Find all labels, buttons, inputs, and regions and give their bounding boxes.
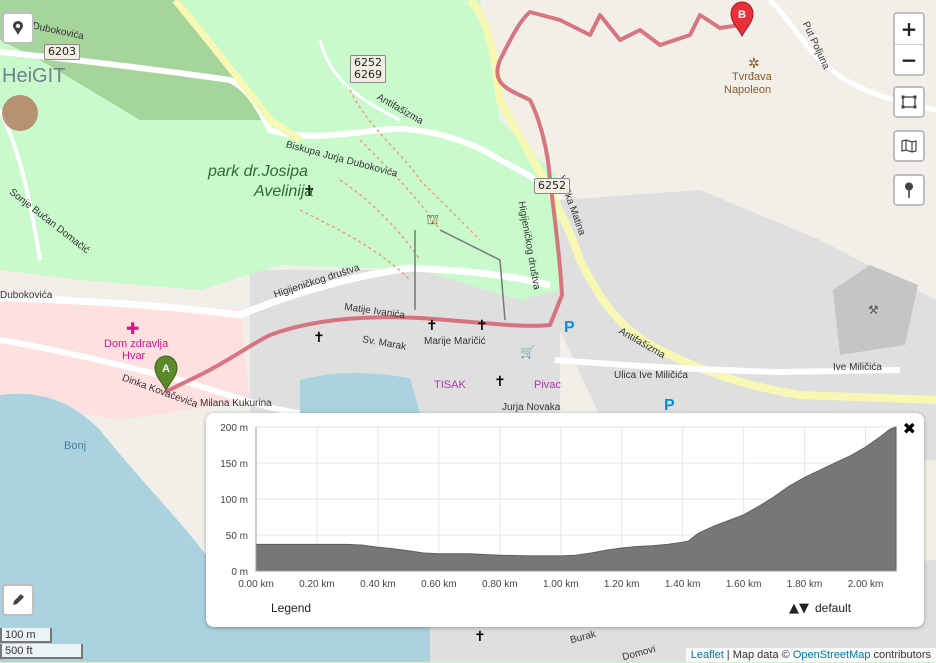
park-label-line2: Avelinija xyxy=(254,183,314,200)
shop-icon: 🛒 xyxy=(520,345,535,359)
quarry-icon: ⚒ xyxy=(868,303,879,317)
pivac-label: Pivac xyxy=(534,379,561,391)
legend-toggle[interactable]: Legend xyxy=(271,601,311,615)
layers-button[interactable] xyxy=(893,130,925,162)
zoom-out-button[interactable]: − xyxy=(895,44,923,75)
leaflet-link[interactable]: Leaflet xyxy=(691,649,724,661)
hospital-icon: ✚ xyxy=(126,319,139,338)
attribution-tail: contributors xyxy=(870,649,931,661)
start-marker-label: A xyxy=(162,363,170,375)
fortress-icon: ✲ xyxy=(748,56,760,72)
x-tick-label: 2.00 km xyxy=(848,579,884,590)
map-icon xyxy=(901,139,917,153)
fortress-label-line1: Tvrđava xyxy=(732,71,772,83)
fort-icon: ⛫ xyxy=(426,212,439,228)
street-label: Dubokovića xyxy=(0,290,53,301)
parking-icon: P xyxy=(664,397,675,414)
church-icon: ✝ xyxy=(494,374,506,390)
zoom-in-button[interactable]: + xyxy=(895,14,923,44)
health-label-line2: Hvar xyxy=(122,350,146,362)
health-label-line1: Dom zdravlja xyxy=(104,338,169,350)
street-label: Ulica Ive Miličića xyxy=(614,370,688,381)
tisak-label: TISAK xyxy=(434,379,466,391)
x-tick-label: 1.20 km xyxy=(604,579,640,590)
heigit-logo: HeiGIT xyxy=(2,65,65,87)
marker-pin-icon xyxy=(905,182,913,198)
profile-selector[interactable]: ▲▼ default xyxy=(789,601,851,616)
bonj-label: Bonj xyxy=(64,440,87,452)
street-label: Milana Kukurina xyxy=(200,398,272,409)
scale-metric: 100 m xyxy=(0,628,52,643)
x-tick-label: 0.00 km xyxy=(238,579,274,590)
y-tick-label: 100 m xyxy=(220,495,248,506)
attribution: Leaflet | Map data © OpenStreetMap contr… xyxy=(685,648,936,662)
university-seal-icon xyxy=(2,95,38,131)
x-tick-label: 0.40 km xyxy=(360,579,396,590)
road-shield: 6252 6269 xyxy=(350,55,386,83)
park-label-line1: park dr.Josipa xyxy=(208,163,308,180)
location-pin-icon xyxy=(13,21,23,35)
place-marker-button[interactable] xyxy=(893,174,925,206)
attribution-sep: | Map data © xyxy=(723,649,793,661)
church-icon: ✝ xyxy=(476,318,488,334)
street-label: Marije Maričić xyxy=(424,336,486,347)
edit-button[interactable] xyxy=(2,584,34,616)
road-shield: 6203 xyxy=(44,44,80,60)
church-icon: ✝ xyxy=(426,318,438,334)
close-elevation-button[interactable]: ✖ xyxy=(903,419,916,438)
x-tick-label: 0.60 km xyxy=(421,579,457,590)
y-tick-label: 50 m xyxy=(226,531,248,542)
road-shield: 6252 xyxy=(534,178,570,194)
elevation-panel: 0 m 50 m 100 m 150 m 200 m 0.00 km 0.20 km 0.40… xyxy=(206,413,924,627)
zoom-control: + − xyxy=(893,12,925,76)
church-icon: ✝ xyxy=(474,629,486,645)
sort-arrows-icon: ▲▼ xyxy=(789,601,809,616)
locate-button[interactable] xyxy=(2,12,34,44)
x-tick-label: 1.80 km xyxy=(787,579,823,590)
draw-polygon-icon xyxy=(901,95,917,109)
street-label: Jurja Novaka xyxy=(502,402,561,413)
street-label: Ive Miličića xyxy=(833,362,882,373)
profile-label: default xyxy=(815,601,852,615)
fortress-label-line2: Napoleon xyxy=(724,84,772,96)
draw-rectangle-button[interactable] xyxy=(893,86,925,118)
pencil-icon xyxy=(13,594,24,605)
elevation-chart[interactable]: 0 m 50 m 100 m 150 m 200 m 0.00 km 0.20 km 0.40… xyxy=(206,413,924,598)
end-marker-label: B xyxy=(738,9,746,21)
x-tick-label: 0.80 km xyxy=(482,579,518,590)
x-tick-label: 1.60 km xyxy=(726,579,762,590)
water-harbor xyxy=(300,373,420,413)
osm-link[interactable]: OpenStreetMap xyxy=(793,649,871,661)
y-tick-label: 200 m xyxy=(220,423,248,434)
x-tick-label: 1.40 km xyxy=(665,579,701,590)
scale-imperial: 500 ft xyxy=(0,644,83,659)
y-tick-label: 0 m xyxy=(231,567,248,578)
y-tick-label: 150 m xyxy=(220,459,248,470)
x-tick-label: 0.20 km xyxy=(299,579,335,590)
parking-icon: P xyxy=(564,319,575,336)
x-tick-label: 1.00 km xyxy=(543,579,579,590)
church-icon: ✝ xyxy=(313,330,325,346)
